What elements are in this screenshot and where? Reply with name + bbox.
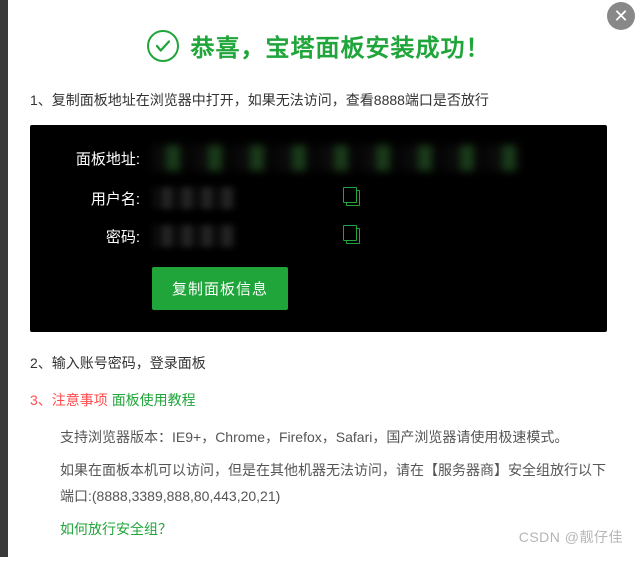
success-check-icon [147,30,179,62]
step-3-prefix: 3、注意事项 [30,392,108,408]
watermark: CSDN @靓仔佳 [519,527,623,547]
panel-address-value [152,145,522,171]
panel-password-row: 密码: [54,225,583,247]
copy-icon[interactable] [346,190,360,206]
note-browser-support: 支持浏览器版本：IE9+，Chrome，Firefox，Safari，国产浏览器… [60,425,607,450]
panel-username-value [152,187,236,209]
panel-address-row: 面板地址: [54,145,583,171]
modal-content: 恭喜，宝塔面板安装成功！ 1、复制面板地址在浏览器中打开，如果无法访问，查看88… [0,0,637,570]
panel-password-value [152,225,236,247]
security-group-link[interactable]: 如何放行安全组？ [60,521,172,537]
page-title: 恭喜，宝塔面板安装成功！ [191,28,491,63]
close-button[interactable]: ✕ [607,2,635,30]
note-firewall: 如果在面板本机可以访问，但是在其他机器无法访问，请在【服务器商】安全组放行以下端… [60,458,607,508]
step-1-text: 1、复制面板地址在浏览器中打开，如果无法访问，查看8888端口是否放行 [30,89,607,111]
title-row: 恭喜，宝塔面板安装成功！ [30,28,607,63]
copy-panel-info-button[interactable]: 复制面板信息 [152,267,288,310]
step-2-text: 2、输入账号密码，登录面板 [30,352,607,374]
step-3-row: 3、注意事项 面板使用教程 [30,389,607,411]
panel-info-box: 面板地址: 用户名: 密码: 复制面板信息 [30,125,607,332]
panel-tutorial-link[interactable]: 面板使用教程 [112,392,196,408]
panel-username-label: 用户名: [54,188,140,209]
close-icon: ✕ [613,6,628,27]
notes-section: 支持浏览器版本：IE9+，Chrome，Firefox，Safari，国产浏览器… [30,425,607,542]
panel-username-row: 用户名: [54,187,583,209]
copy-icon[interactable] [346,228,360,244]
panel-password-label: 密码: [54,226,140,247]
window-left-edge [0,0,8,557]
panel-address-label: 面板地址: [54,148,140,169]
